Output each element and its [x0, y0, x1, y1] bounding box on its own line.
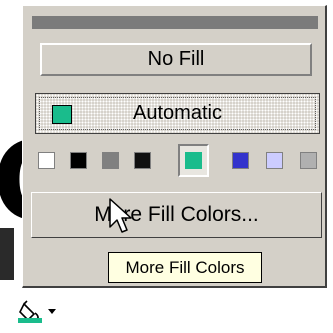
color-swatch-gray[interactable]	[102, 152, 119, 169]
no-fill-label: No Fill	[147, 48, 205, 70]
no-fill-button[interactable]: No Fill	[40, 43, 312, 76]
tooltip-text: More Fill Colors	[125, 257, 245, 277]
color-swatch-row	[36, 143, 320, 179]
color-swatch-black[interactable]	[70, 152, 87, 169]
chevron-down-icon[interactable]	[48, 309, 56, 314]
automatic-color-swatch	[52, 105, 72, 124]
automatic-button[interactable]: Automatic	[35, 93, 320, 134]
color-swatch-teal[interactable]	[185, 152, 202, 169]
tooltip: More Fill Colors	[108, 252, 262, 283]
color-swatch-silver[interactable]	[300, 152, 317, 169]
fill-color-dropdown: No Fill Automatic More Fill Colors...	[22, 5, 327, 288]
color-swatch-black-2[interactable]	[134, 152, 151, 169]
arrow-pointer-icon	[109, 198, 132, 233]
color-swatch-white[interactable]	[38, 152, 55, 169]
color-swatch-lavender[interactable]	[266, 152, 283, 169]
menu-drag-handle[interactable]	[32, 16, 318, 29]
background-bar	[0, 228, 14, 280]
fill-color-toolbar-button[interactable]	[14, 297, 66, 327]
more-fill-colors-button[interactable]: More Fill Colors...	[31, 192, 322, 238]
automatic-label: Automatic	[133, 102, 222, 124]
color-swatch-blue[interactable]	[232, 152, 249, 169]
current-fill-color-indicator	[18, 318, 42, 323]
